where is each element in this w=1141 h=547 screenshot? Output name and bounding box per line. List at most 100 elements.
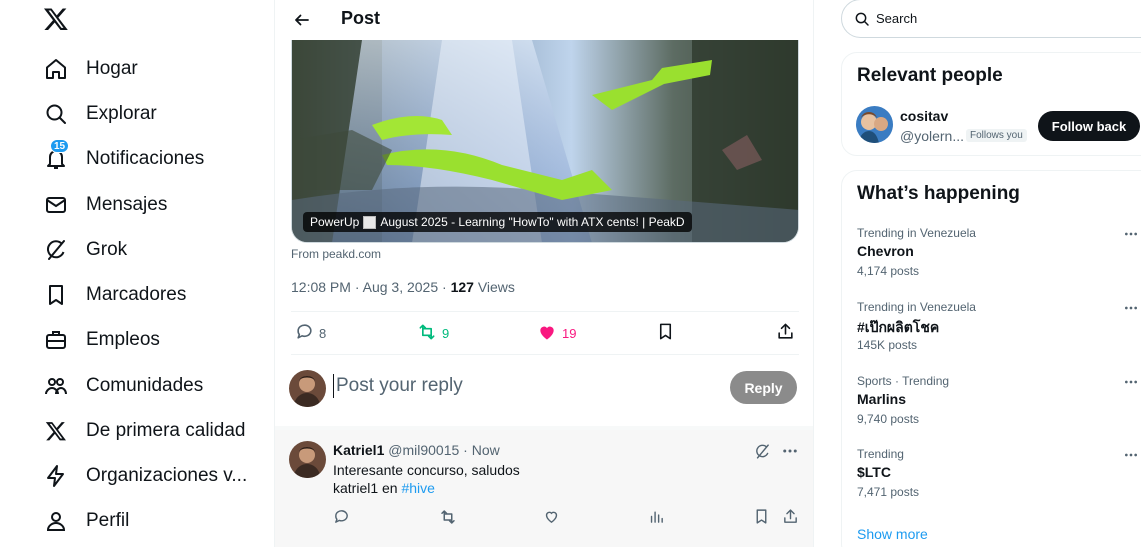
- trend-count: 9,740 posts: [857, 412, 920, 426]
- share-button[interactable]: [776, 322, 795, 344]
- nav-premium[interactable]: De primera calidad: [43, 416, 245, 446]
- trend-context: Trending: [857, 447, 904, 461]
- link-card-caption: PowerUp August 2025 - Learning "HowTo" w…: [303, 212, 692, 232]
- avatar[interactable]: [289, 441, 326, 478]
- nav-bookmarks[interactable]: Marcadores: [43, 280, 186, 310]
- person-icon: [43, 508, 69, 534]
- card-title: What’s happening: [857, 183, 1020, 204]
- post-date[interactable]: Aug 3, 2025: [363, 279, 439, 295]
- reply-icon[interactable]: [333, 508, 350, 530]
- page-title: Post: [341, 8, 381, 28]
- reply-time[interactable]: Now: [472, 442, 500, 458]
- reply-author-name[interactable]: Katriel1: [333, 442, 384, 458]
- trend-item[interactable]: Trending in Venezuela Chevron 4,174 post…: [857, 226, 1141, 290]
- repost-icon[interactable]: [439, 508, 457, 531]
- nav-organizations[interactable]: Organizaciones v...: [43, 461, 247, 491]
- nav-notifications[interactable]: 15 Notificaciones: [43, 139, 205, 174]
- trend-name: Chevron: [857, 243, 914, 259]
- nav-jobs[interactable]: Empleos: [43, 325, 160, 355]
- show-more-link[interactable]: Show more: [857, 526, 928, 542]
- views-count: 127: [450, 279, 474, 295]
- avatar[interactable]: [856, 106, 893, 143]
- person-name[interactable]: cositav: [900, 108, 948, 124]
- x-logo-icon[interactable]: [43, 6, 71, 34]
- reply-author-handle[interactable]: @mil90015: [388, 442, 459, 458]
- bookmark-button[interactable]: [656, 322, 675, 344]
- broken-image-icon: [363, 215, 377, 229]
- back-arrow-icon[interactable]: [289, 7, 315, 33]
- left-navigation: Hogar Explorar 15 Notificaciones Mensaje…: [0, 0, 274, 547]
- trend-item[interactable]: Sports · Trending Marlins 9,740 posts: [857, 374, 1141, 438]
- person-handle[interactable]: @yolern...: [900, 128, 964, 144]
- trend-name: $LTC: [857, 464, 891, 480]
- trend-item[interactable]: Trending $LTC 7,471 posts: [857, 447, 1141, 511]
- reply-author[interactable]: Katriel1 @mil90015 · Now: [333, 442, 500, 458]
- nav-label: Empleos: [86, 329, 160, 350]
- post-detail-column: Post PowerUp August 2025 - Learning "How…: [274, 0, 814, 547]
- nav-label: Explorar: [86, 103, 157, 124]
- grok-icon: [43, 237, 69, 263]
- share-icon: [776, 322, 795, 344]
- nav-label: Hogar: [86, 58, 138, 79]
- nav-messages[interactable]: Mensajes: [43, 190, 167, 220]
- more-options-icon[interactable]: [1123, 300, 1139, 321]
- heart-icon[interactable]: [543, 508, 560, 530]
- reply-submit-button[interactable]: Reply: [730, 371, 797, 404]
- post-time[interactable]: 12:08 PM: [291, 279, 351, 295]
- nav-home[interactable]: Hogar: [43, 54, 138, 84]
- search-icon: [43, 101, 69, 127]
- repost-button[interactable]: 9: [417, 322, 449, 345]
- nav-explore[interactable]: Explorar: [43, 99, 157, 129]
- follow-back-button[interactable]: Follow back: [1038, 111, 1140, 141]
- nav-profile[interactable]: Perfil: [43, 506, 129, 536]
- reply-button[interactable]: 8: [295, 322, 326, 344]
- lightning-icon: [43, 463, 69, 489]
- more-options-icon[interactable]: [1123, 447, 1139, 468]
- bell-icon: 15: [43, 139, 70, 172]
- more-options-icon[interactable]: [1123, 374, 1139, 395]
- nav-label: Mensajes: [86, 194, 168, 215]
- trend-context: Trending in Venezuela: [857, 300, 976, 314]
- reply-count: 8: [319, 325, 327, 341]
- link-card-media[interactable]: PowerUp August 2025 - Learning "HowTo" w…: [291, 40, 799, 243]
- analytics-icon[interactable]: [648, 508, 665, 530]
- more-options-icon[interactable]: [1123, 226, 1139, 247]
- trend-item[interactable]: Trending in Venezuela #เป๊กผลิตโชค 145K …: [857, 300, 1141, 364]
- more-options-icon[interactable]: [781, 442, 799, 465]
- notification-badge: 15: [50, 139, 70, 153]
- nav-communities[interactable]: Comunidades: [43, 371, 203, 401]
- trend-count: 145K posts: [857, 338, 918, 352]
- card-title: Relevant people: [857, 65, 1003, 86]
- nav-label: Perfil: [86, 510, 130, 531]
- nav-label: Marcadores: [86, 284, 187, 305]
- trend-count: 4,174 posts: [857, 264, 920, 278]
- reply-post[interactable]: Katriel1 @mil90015 · Now Interesante con…: [275, 430, 813, 547]
- reply-text: Interesante concurso, saludos katriel1 e…: [333, 461, 520, 497]
- like-button[interactable]: 19: [537, 322, 576, 345]
- grok-icon[interactable]: [754, 443, 771, 465]
- post-header: Post: [275, 0, 813, 40]
- follows-you-badge: Follows you: [966, 129, 1027, 142]
- avatar[interactable]: [289, 370, 326, 407]
- nav-label: Organizaciones v...: [86, 465, 248, 486]
- hashtag-link[interactable]: #hive: [401, 480, 434, 496]
- search-placeholder: Search: [876, 11, 918, 26]
- link-source[interactable]: From peakd.com: [291, 247, 381, 261]
- bookmark-icon: [43, 282, 69, 308]
- post-action-bar: 8 9 19: [291, 312, 799, 354]
- nav-label: Notificaciones: [86, 148, 205, 169]
- nav-label: De primera calidad: [86, 420, 246, 441]
- bookmark-icon[interactable]: [753, 508, 770, 530]
- reply-input[interactable]: Post your reply: [333, 374, 463, 398]
- share-icon[interactable]: [782, 508, 799, 530]
- trend-name: Marlins: [857, 391, 907, 407]
- nav-grok[interactable]: Grok: [43, 235, 127, 265]
- whats-happening-card: What’s happening Trending in Venezuela C…: [841, 170, 1141, 547]
- reply-action-bar: [333, 508, 801, 528]
- divider: [291, 354, 799, 355]
- envelope-icon: [43, 192, 69, 218]
- search-input[interactable]: Search: [841, 0, 1141, 38]
- caption-prefix: PowerUp: [310, 215, 360, 229]
- reply-top-icons: [754, 442, 799, 465]
- home-icon: [43, 56, 69, 82]
